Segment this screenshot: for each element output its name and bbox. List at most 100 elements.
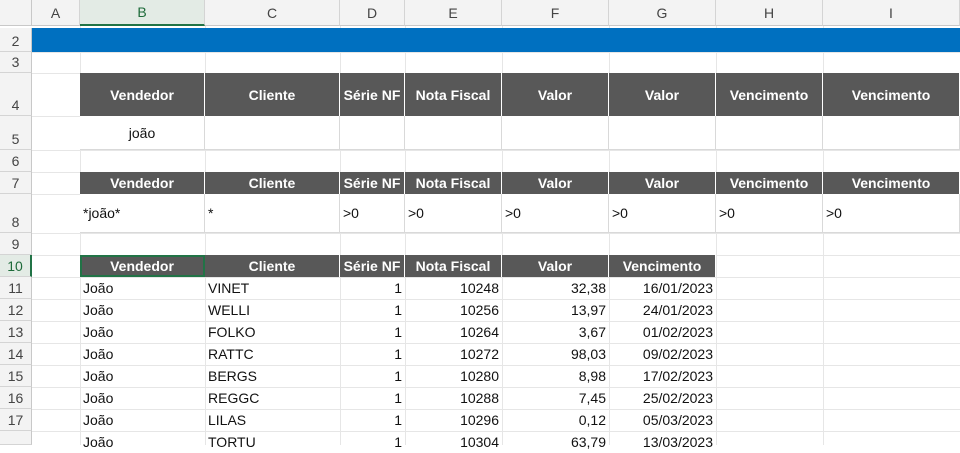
- column-header-d[interactable]: D: [340, 0, 405, 26]
- result-cell[interactable]: 3,67: [502, 321, 609, 343]
- filter-criteria-cell[interactable]: >0: [609, 194, 716, 233]
- column-header-i[interactable]: I: [823, 0, 960, 26]
- row-header-3[interactable]: 3: [0, 52, 32, 73]
- row-header-4[interactable]: 4: [0, 73, 32, 116]
- result-cell[interactable]: 10296: [405, 409, 502, 431]
- result-cell[interactable]: 1: [340, 409, 405, 431]
- criteria-value-cell[interactable]: [340, 116, 405, 150]
- result-cell[interactable]: 01/02/2023: [609, 321, 716, 343]
- filter-criteria-cell[interactable]: *: [205, 194, 340, 233]
- row-header-9[interactable]: 9: [0, 233, 32, 255]
- column-header-h[interactable]: H: [716, 0, 823, 26]
- result-cell[interactable]: 05/03/2023: [609, 409, 716, 431]
- result-cell[interactable]: 13/03/2023: [609, 431, 716, 453]
- column-header-g[interactable]: G: [609, 0, 716, 26]
- result-cell[interactable]: 1: [340, 299, 405, 321]
- result-cell[interactable]: WELLI: [205, 299, 340, 321]
- result-cell[interactable]: 0,12: [502, 409, 609, 431]
- result-cell[interactable]: 10248: [405, 277, 502, 299]
- criteria-value-cell[interactable]: [609, 116, 716, 150]
- row-header-2[interactable]: 2: [0, 28, 32, 52]
- result-cell[interactable]: 24/01/2023: [609, 299, 716, 321]
- column-header-b[interactable]: B: [80, 0, 205, 26]
- criteria-value-cell[interactable]: [502, 116, 609, 150]
- result-cell[interactable]: 10264: [405, 321, 502, 343]
- criteria-value-cell[interactable]: [405, 116, 502, 150]
- result-header-cell[interactable]: Vencimento: [609, 255, 716, 277]
- result-cell[interactable]: VINET: [205, 277, 340, 299]
- result-header-cell[interactable]: Valor: [502, 255, 609, 277]
- result-cell[interactable]: 98,03: [502, 343, 609, 365]
- filter-criteria-cell[interactable]: >0: [340, 194, 405, 233]
- result-cell[interactable]: 1: [340, 277, 405, 299]
- row-header-5[interactable]: 5: [0, 116, 32, 150]
- column-header-e[interactable]: E: [405, 0, 502, 26]
- result-cell[interactable]: 63,79: [502, 431, 609, 453]
- row-header-6[interactable]: 6: [0, 150, 32, 172]
- filter-header-cell[interactable]: Valor: [609, 172, 716, 194]
- row-header-11[interactable]: 11: [0, 277, 32, 299]
- criteria-header-cell[interactable]: Valor: [609, 73, 716, 116]
- result-cell[interactable]: 10256: [405, 299, 502, 321]
- filter-header-cell[interactable]: Nota Fiscal: [405, 172, 502, 194]
- column-header-c[interactable]: C: [205, 0, 340, 26]
- result-cell[interactable]: 10280: [405, 365, 502, 387]
- result-cell[interactable]: 32,38: [502, 277, 609, 299]
- criteria-value-cell[interactable]: [823, 116, 960, 150]
- result-cell[interactable]: 09/02/2023: [609, 343, 716, 365]
- result-header-cell[interactable]: Vendedor: [80, 255, 205, 277]
- result-cell[interactable]: João: [80, 431, 205, 453]
- row-header-10[interactable]: 10: [0, 255, 32, 277]
- result-cell[interactable]: 10288: [405, 387, 502, 409]
- criteria-header-cell[interactable]: Vencimento: [823, 73, 960, 116]
- row-header-8[interactable]: 8: [0, 194, 32, 233]
- result-header-cell[interactable]: Nota Fiscal: [405, 255, 502, 277]
- criteria-header-cell[interactable]: Vendedor: [80, 73, 205, 116]
- filter-criteria-cell[interactable]: >0: [502, 194, 609, 233]
- criteria-header-cell[interactable]: Cliente: [205, 73, 340, 116]
- criteria-header-cell[interactable]: Nota Fiscal: [405, 73, 502, 116]
- filter-criteria-cell[interactable]: >0: [823, 194, 960, 233]
- result-cell[interactable]: BERGS: [205, 365, 340, 387]
- result-cell[interactable]: LILAS: [205, 409, 340, 431]
- filter-header-cell[interactable]: Vencimento: [716, 172, 823, 194]
- result-header-cell[interactable]: Cliente: [205, 255, 340, 277]
- result-header-cell[interactable]: Série NF: [340, 255, 405, 277]
- row-header-17[interactable]: 17: [0, 409, 32, 431]
- row-header-7[interactable]: 7: [0, 172, 32, 194]
- result-cell[interactable]: João: [80, 365, 205, 387]
- spreadsheet-grid[interactable]: A B C D E F G H I 2 3 4 5 6 7 8 9 10 11 12 13 14 15 16 17 Vendedo…: [0, 0, 960, 450]
- result-cell[interactable]: 1: [340, 321, 405, 343]
- filter-header-cell[interactable]: Vendedor: [80, 172, 205, 194]
- result-cell[interactable]: João: [80, 409, 205, 431]
- row-header-partial[interactable]: [0, 431, 32, 445]
- row-header-13[interactable]: 13: [0, 321, 32, 343]
- result-cell[interactable]: 10304: [405, 431, 502, 453]
- result-cell[interactable]: 1: [340, 365, 405, 387]
- filter-header-cell[interactable]: Cliente: [205, 172, 340, 194]
- criteria-value-cell[interactable]: [716, 116, 823, 150]
- row-header-15[interactable]: 15: [0, 365, 32, 387]
- result-cell[interactable]: 1: [340, 431, 405, 453]
- result-cell[interactable]: RATTC: [205, 343, 340, 365]
- filter-criteria-cell[interactable]: >0: [716, 194, 823, 233]
- filter-header-cell[interactable]: Valor: [502, 172, 609, 194]
- result-cell[interactable]: João: [80, 343, 205, 365]
- result-cell[interactable]: 1: [340, 387, 405, 409]
- result-cell[interactable]: João: [80, 321, 205, 343]
- criteria-header-cell[interactable]: Valor: [502, 73, 609, 116]
- column-header-a[interactable]: A: [32, 0, 80, 26]
- criteria-header-cell[interactable]: Vencimento: [716, 73, 823, 116]
- result-cell[interactable]: 25/02/2023: [609, 387, 716, 409]
- result-cell[interactable]: João: [80, 299, 205, 321]
- row-header-16[interactable]: 16: [0, 387, 32, 409]
- criteria-header-cell[interactable]: Série NF: [340, 73, 405, 116]
- criteria-value-cell[interactable]: joão: [80, 116, 205, 150]
- result-cell[interactable]: 7,45: [502, 387, 609, 409]
- row-header-12[interactable]: 12: [0, 299, 32, 321]
- result-cell[interactable]: 17/02/2023: [609, 365, 716, 387]
- criteria-value-cell[interactable]: [205, 116, 340, 150]
- result-cell[interactable]: João: [80, 277, 205, 299]
- select-all-corner[interactable]: [0, 0, 32, 26]
- filter-criteria-cell[interactable]: *joão*: [80, 194, 205, 233]
